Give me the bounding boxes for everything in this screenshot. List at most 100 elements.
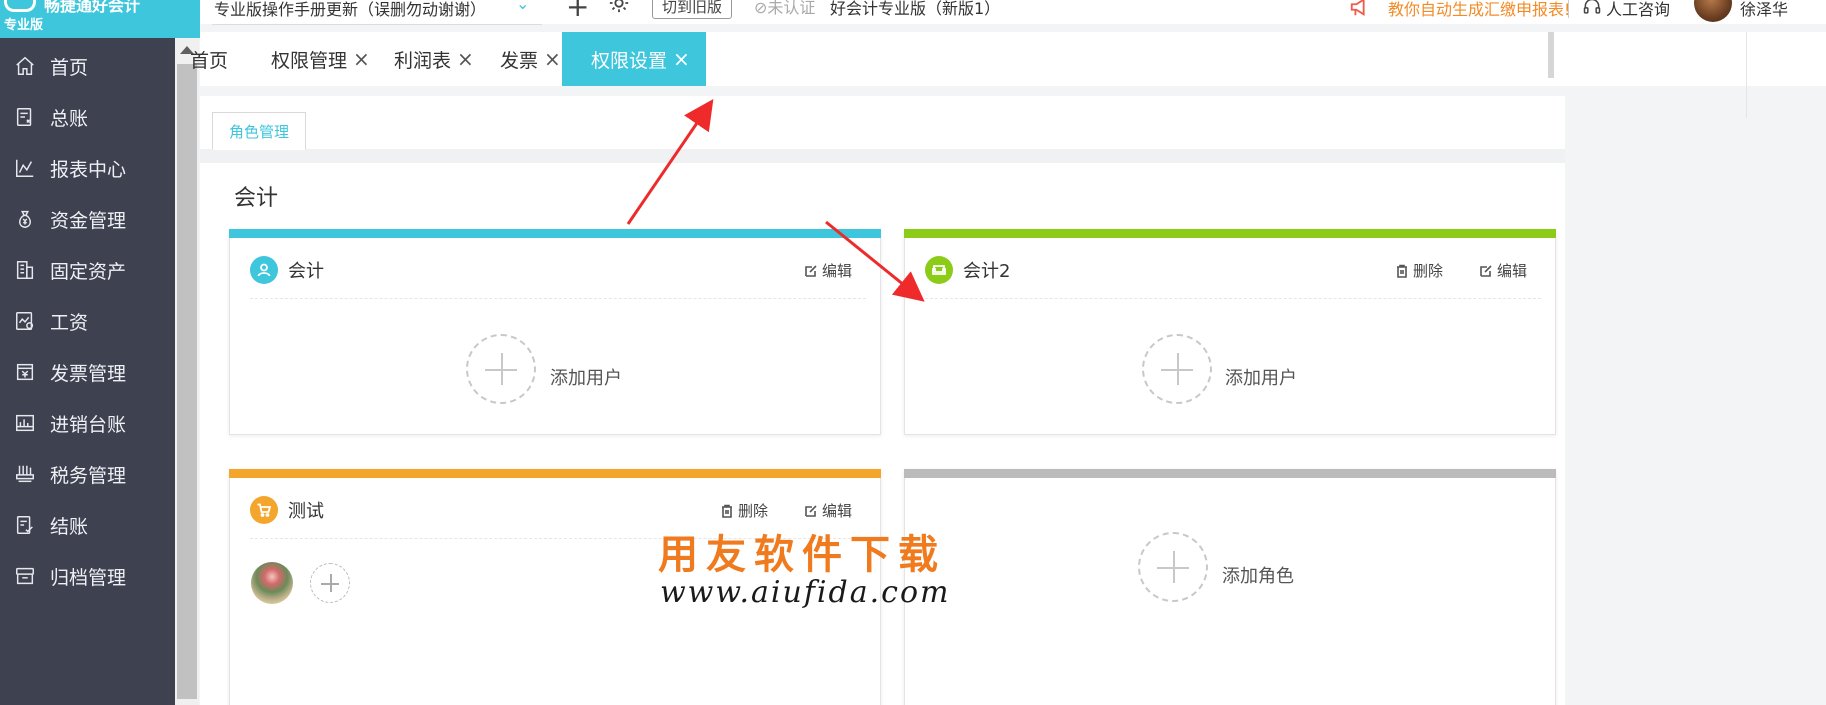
sidebar-scroll-thumb[interactable] <box>177 64 197 699</box>
close-icon[interactable]: × <box>673 47 690 71</box>
megaphone-icon <box>1348 0 1372 18</box>
edit-label: 编辑 <box>821 262 852 280</box>
role-card-color-bar <box>229 469 881 478</box>
sidebar-item-label: 固定资产 <box>50 260 127 283</box>
chevron-down-icon[interactable]: ⌄ <box>516 0 529 13</box>
sidebar-item-label: 报表中心 <box>50 158 127 181</box>
edit-icon <box>1480 264 1492 277</box>
home-icon <box>13 54 37 78</box>
role-card-color-bar <box>904 229 1556 238</box>
delete-role-button[interactable]: 删除 <box>1395 260 1443 281</box>
add-user-button[interactable] <box>466 334 536 404</box>
close-icon[interactable]: × <box>457 47 474 71</box>
user-avatar[interactable] <box>1694 0 1732 22</box>
tab-income-statement[interactable]: 利润表 × <box>394 32 474 86</box>
tax-icon <box>13 462 37 486</box>
sidebar-item-tax[interactable]: 税务管理 <box>0 446 175 502</box>
delete-role-button[interactable]: 删除 <box>720 500 768 521</box>
add-user-button[interactable] <box>1142 334 1212 404</box>
headset-icon <box>1582 0 1602 17</box>
sidebar-item-assets[interactable]: 固定资产 <box>0 242 175 298</box>
tab-bar: 首页 权限管理 × 利润表 × 发票 × 权限设置 × <box>190 32 1826 118</box>
role-name: 会计 <box>288 261 324 282</box>
tab-permission-management[interactable]: 权限管理 × <box>271 32 370 86</box>
promo-link[interactable]: 教你自动生成汇缴申报表! <box>1388 0 1570 20</box>
certification-status[interactable]: ⊘未认证 <box>754 0 815 18</box>
logo-subtitle: 专业版 <box>4 18 44 33</box>
tab-home[interactable]: 首页 <box>190 32 228 86</box>
building-icon <box>13 258 37 282</box>
add-user-label[interactable]: 添加用户 <box>1225 364 1297 390</box>
role-card-header: 会计 编辑 <box>250 254 866 286</box>
notice-select[interactable]: 专业版操作手册更新（误删勿动谢谢） <box>214 0 486 20</box>
member-avatar[interactable] <box>251 562 293 604</box>
notice-select-underline <box>212 24 542 25</box>
certification-label: 未认证 <box>767 0 816 17</box>
add-member-button[interactable] <box>310 563 350 603</box>
sidebar-item-label: 资金管理 <box>50 209 127 232</box>
sidebar-item-archive[interactable]: 归档管理 <box>0 548 175 604</box>
cart-icon <box>250 496 278 524</box>
role-card-header: 会计2 删除 编辑 <box>925 254 1541 286</box>
human-support-link[interactable]: 人工咨询 <box>1606 0 1670 20</box>
sidebar: 首页 总账 报表中心 资金管理 固定资产 工资 发票管理 进销台账 税务管理 结… <box>0 38 175 705</box>
archive-icon <box>13 564 37 588</box>
role-card-actions: 编辑 <box>768 260 852 281</box>
tab-invoice[interactable]: 发票 × <box>500 32 561 86</box>
sidebar-item-funds[interactable]: 资金管理 <box>0 191 175 247</box>
sidebar-item-invoices[interactable]: 发票管理 <box>0 344 175 400</box>
trash-icon <box>1396 264 1407 278</box>
sidebar-item-label: 发票管理 <box>50 362 127 385</box>
sidebar-item-reports[interactable]: 报表中心 <box>0 140 175 196</box>
user-icon <box>250 256 278 284</box>
card-divider <box>250 298 866 299</box>
edit-label: 编辑 <box>821 502 852 520</box>
edit-icon <box>805 504 817 517</box>
edit-role-button[interactable]: 编辑 <box>804 500 852 521</box>
tab-label: 利润表 <box>394 49 452 72</box>
user-name[interactable]: 徐泽华 <box>1740 0 1788 20</box>
sidebar-item-label: 进销台账 <box>50 413 127 436</box>
ledger-icon <box>13 105 37 129</box>
role-card-actions: 删除 编辑 <box>1359 260 1527 281</box>
edit-role-button[interactable]: 编辑 <box>804 260 852 281</box>
sidebar-item-salary[interactable]: 工资 <box>0 293 175 349</box>
watermark-url: www.aiufida.com <box>660 575 951 610</box>
add-role-button[interactable] <box>1138 532 1208 602</box>
sidebar-item-label: 税务管理 <box>50 464 127 487</box>
app-logo[interactable]: 畅捷通好会计 专业版 <box>0 0 200 38</box>
sidebar-item-inventory[interactable]: 进销台账 <box>0 395 175 451</box>
add-icon[interactable]: + <box>566 0 589 23</box>
tab-label: 发票 <box>500 49 539 72</box>
role-card: 会计2 删除 编辑 添加用户 <box>904 229 1556 435</box>
product-name: 好会计专业版（新版1） <box>830 0 1001 18</box>
add-role-card[interactable]: 添加角色 <box>904 469 1556 705</box>
sidebar-item-ledger[interactable]: 总账 <box>0 89 175 145</box>
close-account-icon <box>13 513 37 537</box>
sidebar-item-label: 工资 <box>50 311 89 334</box>
switch-old-version-button[interactable]: 切到旧版 <box>652 0 733 19</box>
logo-text: 畅捷通好会计 <box>44 0 141 15</box>
close-icon[interactable]: × <box>544 47 561 71</box>
role-card-color-bar <box>904 469 1556 478</box>
inventory-icon <box>13 411 37 435</box>
main-content: 角色管理 会计 会计 编辑 添加用户 会计2 删除 编辑 添加用户 测试 删除 … <box>200 96 1565 705</box>
tabbar-right-divider <box>1746 32 1747 118</box>
tab-permission-settings[interactable]: 权限设置 × <box>562 32 706 86</box>
page-scrollbar[interactable] <box>1548 32 1554 78</box>
role-name: 会计2 <box>963 261 1011 282</box>
sidebar-scrollbar[interactable] <box>175 38 199 705</box>
tab-role-management[interactable]: 角色管理 <box>212 112 306 150</box>
role-card: 会计 编辑 添加用户 <box>229 229 881 435</box>
edit-role-button[interactable]: 编辑 <box>1479 260 1527 281</box>
gear-icon[interactable] <box>608 0 630 14</box>
close-icon[interactable]: × <box>353 47 370 71</box>
sidebar-item-home[interactable]: 首页 <box>0 38 175 94</box>
header-divider <box>1568 0 1569 18</box>
sidebar-item-label: 首页 <box>50 56 89 79</box>
role-card-color-bar <box>229 229 881 238</box>
salary-icon <box>13 309 37 333</box>
sidebar-item-close-account[interactable]: 结账 <box>0 497 175 553</box>
add-user-label[interactable]: 添加用户 <box>550 364 622 390</box>
add-role-label[interactable]: 添加角色 <box>1222 562 1294 588</box>
